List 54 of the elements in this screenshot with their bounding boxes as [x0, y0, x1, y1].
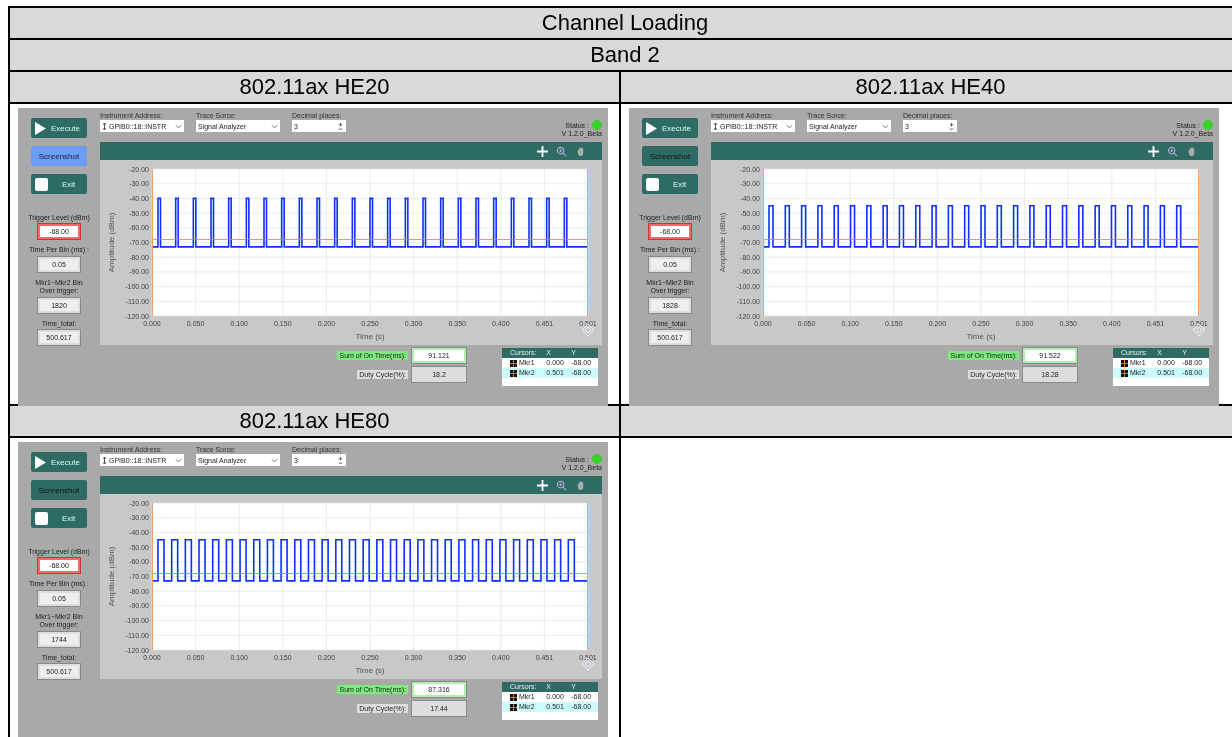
- zoom-icon[interactable]: [556, 145, 567, 157]
- execute-button[interactable]: Execute: [31, 118, 87, 138]
- column-heading: 802.11ax HE40: [855, 74, 1006, 100]
- checkbox-icon: [35, 511, 48, 525]
- spinner-icon: [948, 121, 955, 131]
- crosshair-icon[interactable]: [537, 479, 548, 491]
- caret-icon: [882, 123, 889, 129]
- navigation-icon[interactable]: [1192, 323, 1206, 337]
- caret-icon: [271, 123, 278, 129]
- crosshair-icon[interactable]: [1148, 145, 1159, 157]
- axis-title: Time (s): [966, 332, 996, 341]
- hand-icon[interactable]: [575, 479, 586, 491]
- band-heading: Band 2: [10, 40, 1232, 72]
- play-icon: [646, 121, 657, 135]
- column-heading: 802.11ax HE20: [239, 74, 390, 100]
- screenshot-button[interactable]: Screenshot: [31, 146, 87, 166]
- marker-icon: [1121, 369, 1128, 377]
- marker-icon: [510, 359, 517, 367]
- navigation-icon[interactable]: [581, 657, 595, 671]
- axis-title: Time (s): [355, 666, 385, 675]
- exit-button[interactable]: Exit: [31, 508, 87, 528]
- execute-button[interactable]: Execute: [642, 118, 698, 138]
- checkbox-icon: [35, 177, 48, 191]
- io-icon: [713, 122, 718, 130]
- caret-icon: [175, 457, 182, 463]
- navigation-icon[interactable]: [581, 323, 595, 337]
- marker-icon: [1121, 359, 1128, 367]
- io-icon: [102, 122, 107, 130]
- axis-title: Amplitude (dBm): [107, 546, 116, 607]
- caret-icon: [175, 123, 182, 129]
- crosshair-icon[interactable]: [537, 145, 548, 157]
- marker-icon: [510, 369, 517, 377]
- hand-icon[interactable]: [1186, 145, 1197, 157]
- column-heading: 802.11ax HE80: [239, 408, 390, 434]
- exit-button[interactable]: Exit: [31, 174, 87, 194]
- zoom-icon[interactable]: [1167, 145, 1178, 157]
- io-icon: [102, 456, 107, 464]
- caret-icon: [786, 123, 793, 129]
- spinner-icon: [337, 455, 344, 465]
- table-title: Channel Loading: [10, 8, 1232, 40]
- zoom-icon[interactable]: [556, 479, 567, 491]
- checkbox-icon: [646, 177, 659, 191]
- axis-title: Amplitude (dBm): [107, 212, 116, 273]
- axis-title: Amplitude (dBm): [718, 212, 727, 273]
- caret-icon: [271, 457, 278, 463]
- play-icon: [35, 455, 46, 469]
- play-icon: [35, 121, 46, 135]
- marker-icon: [510, 693, 517, 701]
- exit-button[interactable]: Exit: [642, 174, 698, 194]
- spinner-icon: [337, 121, 344, 131]
- hand-icon[interactable]: [575, 145, 586, 157]
- marker-icon: [510, 703, 517, 711]
- axis-title: Time (s): [355, 332, 385, 341]
- execute-button[interactable]: Execute: [31, 452, 87, 472]
